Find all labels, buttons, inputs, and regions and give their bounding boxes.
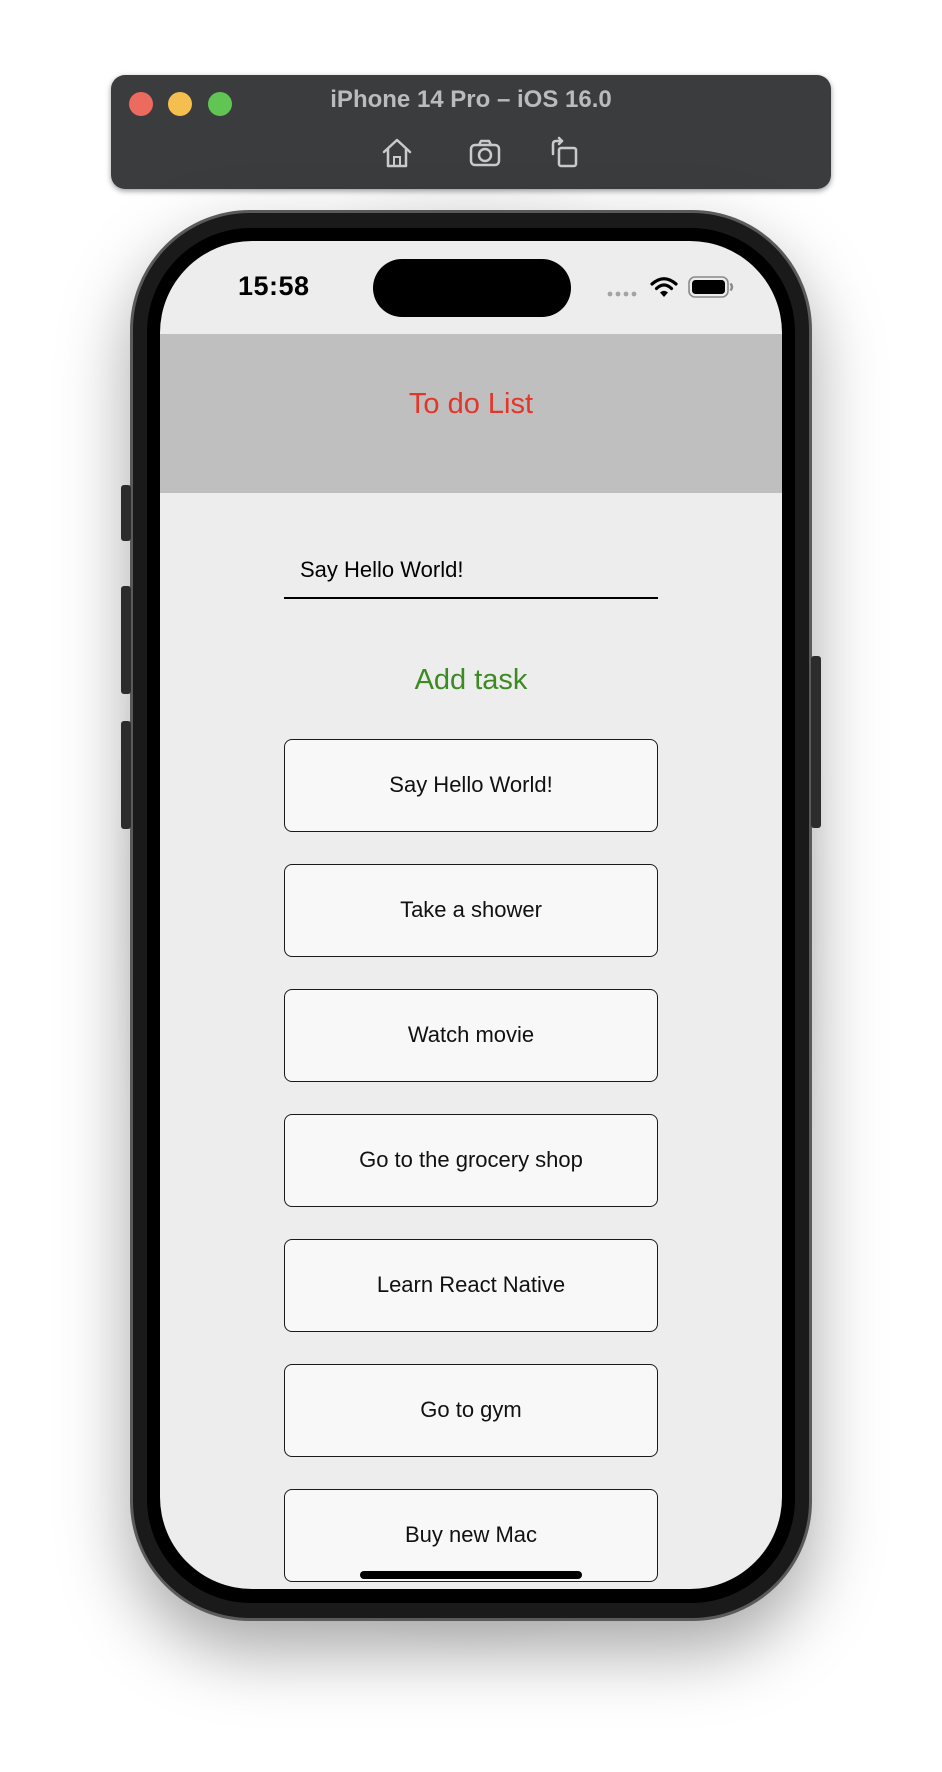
home-icon: [382, 138, 412, 168]
silent-switch: [121, 485, 131, 541]
volume-up-button[interactable]: [121, 586, 131, 694]
app-header: To do List: [160, 334, 782, 493]
volume-down-button[interactable]: [121, 721, 131, 829]
task-item[interactable]: Learn React Native: [284, 1239, 658, 1332]
status-time: 15:58: [238, 271, 310, 301]
power-button[interactable]: [811, 656, 821, 828]
add-task-button[interactable]: Add task: [284, 655, 658, 705]
home-button[interactable]: [379, 136, 415, 170]
signal-dots-icon: [607, 291, 637, 297]
task-item[interactable]: Go to gym: [284, 1364, 658, 1457]
rotate-icon: [551, 136, 578, 168]
task-item[interactable]: Say Hello World!: [284, 739, 658, 832]
task-item[interactable]: Go to the grocery shop: [284, 1114, 658, 1207]
wifi-icon: [650, 277, 678, 297]
rotate-button[interactable]: [547, 136, 583, 170]
page-title: To do List: [408, 388, 534, 420]
task-input[interactable]: [284, 543, 658, 599]
dynamic-island: [373, 259, 571, 317]
desktop-background: iPhone 14 Pro – iOS 16.0 15:58 To do Lis…: [0, 0, 942, 1772]
task-item[interactable]: Take a shower: [284, 864, 658, 957]
battery-icon: [688, 276, 734, 298]
home-indicator[interactable]: [360, 1571, 582, 1579]
phone-screen: 15:58 To do List Add task Say Hello Worl…: [160, 241, 782, 1589]
screenshot-button[interactable]: [467, 136, 503, 170]
camera-icon: [469, 139, 501, 167]
simulator-title: iPhone 14 Pro – iOS 16.0: [330, 86, 612, 113]
task-item[interactable]: Buy new Mac: [284, 1489, 658, 1582]
task-item[interactable]: Watch movie: [284, 989, 658, 1082]
